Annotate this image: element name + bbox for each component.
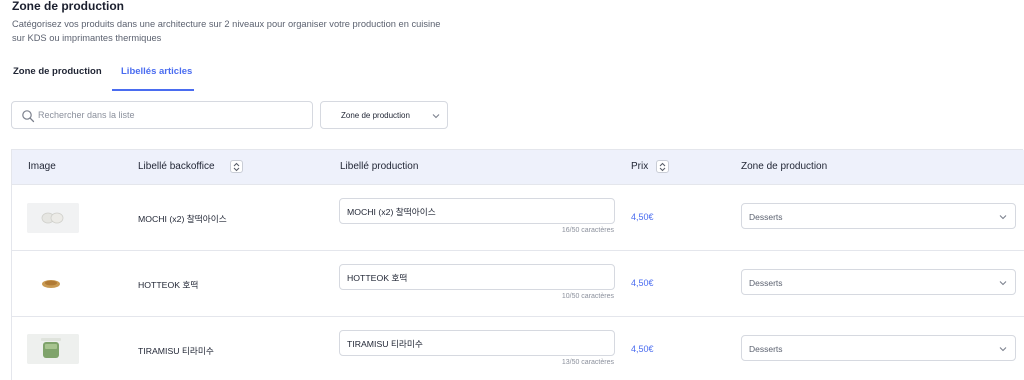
price: 4,50€	[631, 278, 654, 288]
page-subtitle: Catégorisez vos produits dans une archit…	[12, 19, 441, 43]
product-image-hotteok	[27, 269, 79, 299]
page-title: Zone de production	[12, 0, 124, 13]
tab-bar: Zone de production Libellés articles	[0, 60, 1024, 91]
zone-select-value: Desserts	[749, 344, 783, 354]
active-tab-indicator	[112, 89, 194, 91]
table-row: HOTTEOK 호떡 10/50 caractères 4,50€ Desser…	[12, 251, 1024, 317]
price: 4,50€	[631, 344, 654, 354]
sort-icon	[659, 162, 666, 172]
zone-select-value: Desserts	[749, 278, 783, 288]
sort-prix-button[interactable]	[656, 160, 669, 173]
search-input[interactable]	[38, 103, 308, 127]
libelle-production-field[interactable]	[339, 198, 615, 224]
chevron-down-icon	[432, 114, 440, 119]
chevron-down-icon	[999, 215, 1007, 220]
libelle-backoffice: HOTTEOK 호떡	[138, 280, 199, 290]
column-header-prix: Prix	[631, 161, 649, 172]
character-counter: 16/50 caractères	[561, 227, 614, 234]
table-row: MOCHI (x2) 찰떡아이스 16/50 caractères 4,50€ …	[12, 185, 1024, 251]
sort-icon	[233, 162, 240, 172]
libelle-production-input[interactable]	[347, 200, 607, 222]
column-header-libelle-production: Libellé production	[340, 161, 419, 172]
tab-libelles-articles[interactable]: Libellés articles	[121, 66, 192, 77]
zone-filter-label: Zone de production	[341, 111, 410, 120]
search-box[interactable]	[11, 101, 313, 129]
zone-select[interactable]: Desserts	[741, 335, 1016, 361]
libelle-backoffice: TIRAMISU 티라미수	[138, 346, 214, 356]
sort-libelle-button[interactable]	[230, 160, 243, 173]
chevron-down-icon	[999, 347, 1007, 352]
table-row: TIRAMISU 티라미수 13/50 caractères 4,50€ Des…	[12, 317, 1024, 380]
product-image-mochi	[27, 203, 79, 233]
libelle-production-field[interactable]	[339, 264, 615, 290]
price: 4,50€	[631, 212, 654, 222]
chevron-down-icon	[999, 281, 1007, 286]
tab-zone-de-production[interactable]: Zone de production	[13, 66, 102, 77]
search-icon	[22, 110, 35, 123]
product-image-tiramisu	[27, 334, 79, 364]
column-header-libelle-backoffice: Libellé backoffice	[138, 161, 215, 172]
column-header-image: Image	[28, 161, 56, 172]
character-counter: 13/50 caractères	[561, 359, 614, 366]
libelle-production-field[interactable]	[339, 330, 615, 356]
character-counter: 10/50 caractères	[561, 293, 614, 300]
column-header-zone: Zone de production	[741, 161, 828, 172]
products-table: Image Libellé backoffice Libellé product…	[11, 149, 1024, 380]
libelle-production-input[interactable]	[347, 266, 607, 288]
zone-select[interactable]: Desserts	[741, 269, 1016, 295]
table-header: Image Libellé backoffice Libellé product…	[12, 150, 1024, 185]
libelle-backoffice: MOCHI (x2) 찰떡아이스	[138, 214, 227, 224]
libelle-production-input[interactable]	[347, 332, 607, 354]
zone-select-value: Desserts	[749, 212, 783, 222]
zone-filter-dropdown[interactable]: Zone de production	[320, 101, 448, 129]
zone-select[interactable]: Desserts	[741, 203, 1016, 229]
